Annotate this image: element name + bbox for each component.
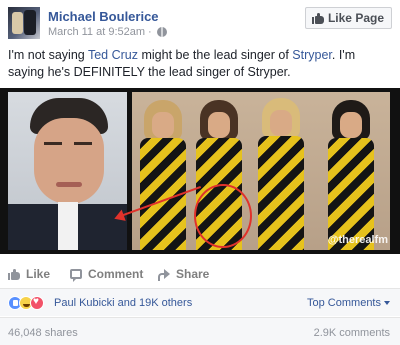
thumbs-up-icon	[311, 12, 324, 24]
like-page-button[interactable]: Like Page	[304, 7, 392, 29]
avatar-figure	[24, 10, 36, 35]
post-text-segment: might be the lead singer of	[138, 48, 293, 62]
band-member	[138, 100, 188, 250]
post-text-segment: I'm not saying	[8, 48, 88, 62]
shares-count[interactable]: 46,048 shares	[8, 327, 78, 339]
post-timestamp[interactable]: March 11 at 9:52am	[48, 26, 145, 38]
image-watermark: @therealfm	[327, 234, 388, 246]
meta-separator: ·	[148, 26, 152, 38]
portrait-photo	[8, 92, 127, 250]
comment-label: Comment	[88, 267, 144, 281]
share-button[interactable]: Share	[158, 267, 209, 281]
annotation-circle	[194, 184, 252, 248]
band-photo	[132, 92, 390, 250]
like-button[interactable]: Like	[8, 267, 50, 281]
share-label: Share	[176, 267, 210, 281]
author-avatar[interactable]	[8, 7, 40, 39]
globe-icon	[156, 27, 167, 37]
comment-icon	[70, 269, 82, 282]
post-header: Michael Boulerice March 11 at 9:52am · L…	[0, 0, 400, 44]
post-text: I'm not saying Ted Cruz might be the lea…	[8, 47, 392, 81]
ted-cruz-link[interactable]: Ted Cruz	[88, 48, 138, 62]
love-reaction-icon	[30, 296, 44, 310]
post-meta: March 11 at 9:52am ·	[48, 26, 167, 38]
author-name[interactable]: Michael Boulerice	[48, 9, 159, 24]
facebook-post: Michael Boulerice March 11 at 9:52am · L…	[0, 0, 400, 345]
reaction-icons[interactable]	[8, 296, 44, 310]
share-icon	[158, 269, 170, 281]
action-bar: Like Comment Share	[0, 262, 400, 286]
comment-button[interactable]: Comment	[70, 267, 144, 282]
thumbs-up-icon	[8, 268, 20, 280]
comments-count[interactable]: 2.9K comments	[314, 327, 390, 339]
like-label: Like	[26, 267, 51, 281]
post-image[interactable]: @therealfm	[0, 88, 400, 254]
avatar-figure	[12, 12, 23, 34]
top-comments-label: Top Comments	[307, 297, 381, 309]
stryper-link[interactable]: Stryper	[292, 48, 332, 62]
post-stats: 46,048 shares 2.9K comments	[0, 317, 400, 345]
band-member	[256, 98, 306, 250]
reactions-bar: Paul Kubicki and 19K others Top Comments	[0, 288, 400, 316]
reaction-summary[interactable]: Paul Kubicki and 19K others	[54, 297, 192, 309]
band-member	[326, 100, 376, 250]
top-comments-dropdown[interactable]: Top Comments	[307, 297, 390, 309]
chevron-down-icon	[384, 301, 390, 305]
like-page-label: Like Page	[327, 11, 384, 25]
